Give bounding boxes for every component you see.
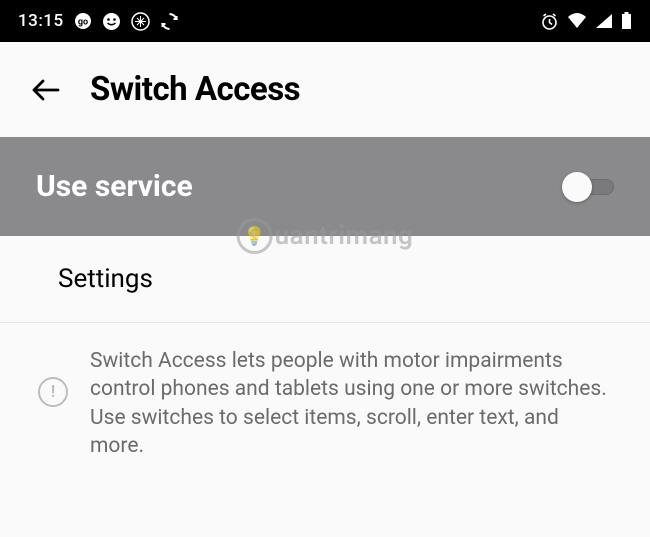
page-content: Switch Access Use service 💡 uantrimang S… xyxy=(0,42,650,484)
use-service-switch[interactable] xyxy=(562,172,614,202)
status-bar: 13:15 go xyxy=(0,0,650,42)
signal-icon xyxy=(595,13,613,29)
status-emoji-icon xyxy=(102,12,121,31)
info-row: ! Switch Access lets people with motor i… xyxy=(0,323,650,484)
svg-text:go: go xyxy=(78,18,88,28)
title-bar: Switch Access xyxy=(0,42,650,137)
status-time: 13:15 xyxy=(18,11,64,31)
back-arrow-icon xyxy=(28,73,62,107)
settings-label: Settings xyxy=(58,264,614,294)
info-text: Switch Access lets people with motor imp… xyxy=(90,347,612,460)
info-icon: ! xyxy=(38,377,68,407)
status-bar-left: 13:15 go xyxy=(18,11,179,31)
use-service-label: Use service xyxy=(36,169,193,204)
back-button[interactable] xyxy=(28,73,62,107)
alarm-icon xyxy=(540,12,559,31)
battery-icon xyxy=(621,12,632,30)
status-bar-right xyxy=(540,12,632,31)
page-title: Switch Access xyxy=(90,70,300,109)
settings-row[interactable]: Settings xyxy=(0,236,650,323)
wifi-icon xyxy=(567,13,587,29)
status-go-icon: go xyxy=(74,12,92,30)
status-shield-icon xyxy=(131,12,150,31)
switch-thumb xyxy=(562,172,592,202)
status-sync-icon xyxy=(160,12,179,31)
use-service-row[interactable]: Use service 💡 uantrimang xyxy=(0,137,650,236)
